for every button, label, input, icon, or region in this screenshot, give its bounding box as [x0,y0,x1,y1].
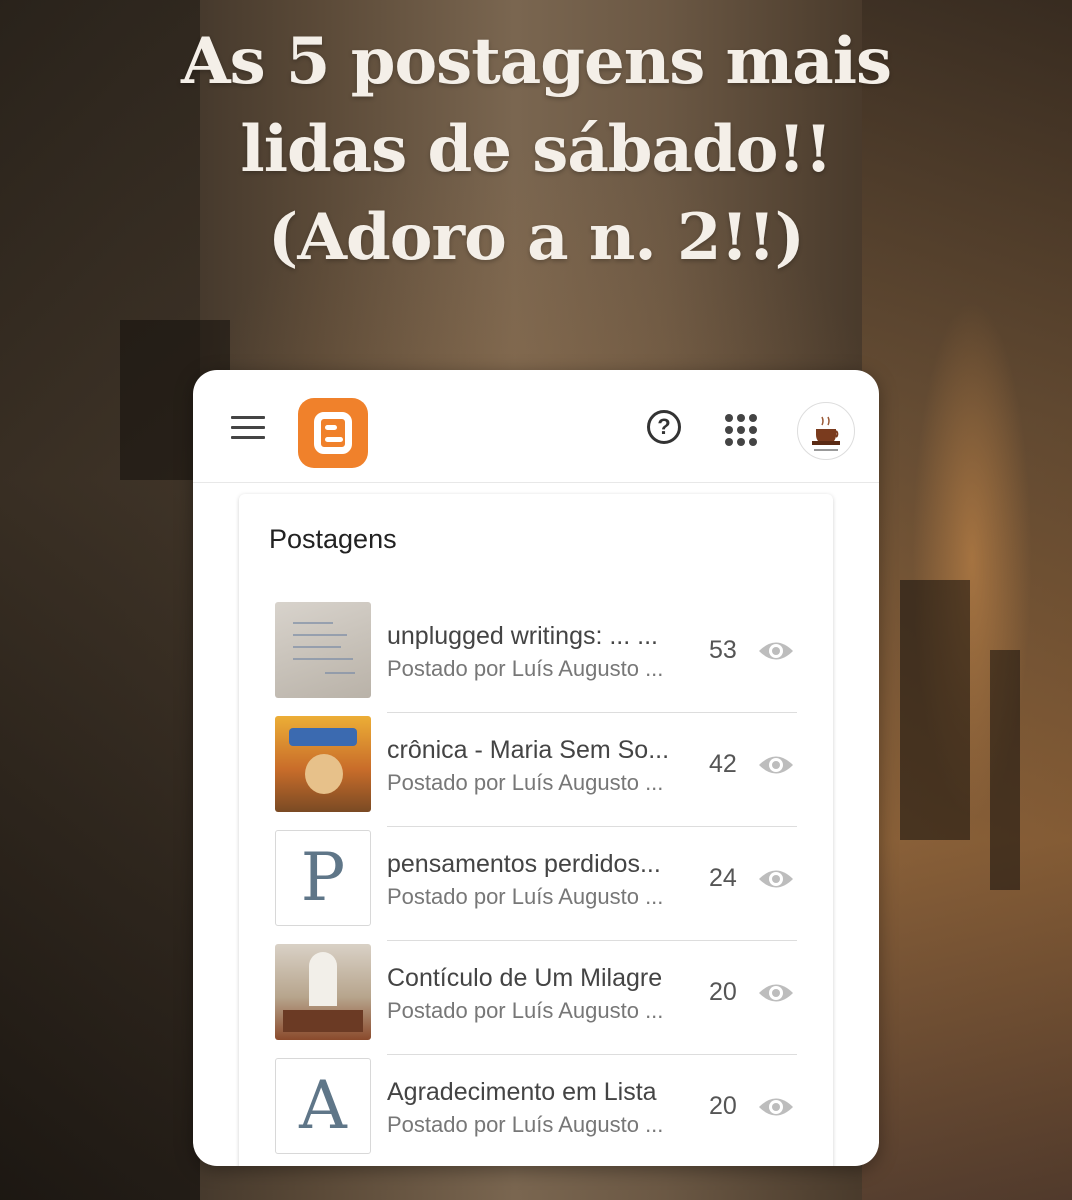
eye-icon [759,642,793,660]
eye-icon [759,870,793,888]
help-icon[interactable]: ? [647,410,681,444]
post-author: Postado por Luís Augusto ... [387,770,664,795]
post-author: Postado por Luís Augusto ... [387,656,664,681]
blogger-logo-icon[interactable] [298,398,368,468]
list-item[interactable]: Contículo de Um Milagre Postado por Luís… [275,944,797,1064]
post-author: Postado por Luís Augusto ... [387,1112,664,1137]
list-item[interactable]: unplugged writings: ... ... Postado por … [275,602,797,722]
top-app-bar: ? [193,370,879,483]
panel-title: Postagens [269,524,397,554]
headline-line-2: lidas de sábado!! [240,112,832,187]
eye-icon [759,984,793,1002]
headline-line-3: (Adoro a n. 2!!) [268,200,805,275]
post-title: unplugged writings: ... ... [387,622,658,650]
view-count: 20 [709,1092,737,1120]
view-count: 20 [709,978,737,1006]
post-thumbnail [275,602,371,698]
headline: As 5 postagens mais lidas de sábado!! (A… [0,18,1072,282]
post-author: Postado por Luís Augusto ... [387,884,664,909]
post-author: Postado por Luís Augusto ... [387,998,664,1023]
list-item[interactable]: A Agradecimento em Lista Postado por Luí… [275,1058,795,1166]
avatar[interactable] [797,402,855,460]
post-thumbnail-letter: P [275,830,371,926]
eye-icon [759,1098,793,1116]
post-thumbnail-letter: A [275,1058,371,1154]
view-count: 24 [709,864,737,892]
post-title: crônica - Maria Sem So... [387,736,670,764]
apps-grid-icon[interactable] [725,414,757,446]
view-count: 42 [709,750,737,778]
list-item[interactable]: crônica - Maria Sem So... Postado por Lu… [275,716,797,836]
post-title: Agradecimento em Lista [387,1078,657,1106]
view-count: 53 [709,636,737,664]
posts-panel: Postagens unplugged writings: ... ... Po… [239,494,833,1166]
post-title: Contículo de Um Milagre [387,964,663,992]
post-title: pensamentos perdidos... [387,850,661,878]
headline-line-1: As 5 postagens mais [180,24,892,99]
blogger-app-window: ? Postagens unplugged writings: ... ... … [193,370,879,1166]
post-thumbnail [275,944,371,1040]
eye-icon [759,756,793,774]
hamburger-menu-icon[interactable] [231,416,265,442]
post-thumbnail [275,716,371,812]
list-item[interactable]: P pensamentos perdidos... Postado por Lu… [275,830,797,950]
